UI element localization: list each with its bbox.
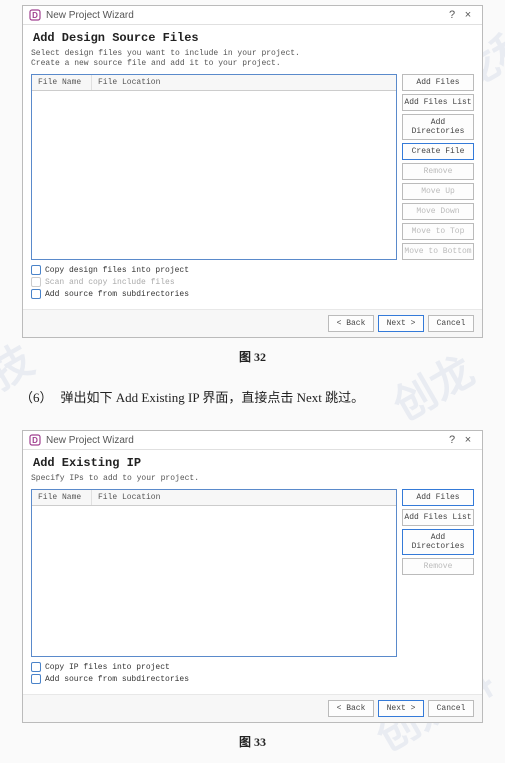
copy-ip-checkbox[interactable]: Copy IP files into project	[31, 662, 474, 672]
next-button[interactable]: Next >	[378, 700, 424, 717]
col-file-name: File Name	[32, 75, 92, 90]
table-body	[32, 506, 396, 656]
add-files-list-button[interactable]: Add Files List	[402, 94, 474, 111]
step-text: 弹出如下 Add Existing IP 界面，直接点击 Next 跳过。	[61, 390, 365, 405]
add-subdirs-checkbox[interactable]: Add source from subdirectories	[31, 289, 474, 299]
add-directories-button[interactable]: Add Directories	[402, 529, 474, 555]
subtext: Specify IPs to add to your project.	[31, 474, 474, 484]
col-file-name: File Name	[32, 490, 92, 505]
col-file-location: File Location	[92, 75, 396, 90]
checkbox-icon	[31, 277, 41, 287]
move-bottom-button: Move to Bottom	[402, 243, 474, 260]
footer-bar: < Back Next > Cancel	[23, 309, 482, 337]
remove-button: Remove	[402, 558, 474, 575]
app-icon: D	[29, 434, 41, 446]
wizard-dialog-design-sources: D New Project Wizard ? × Add Design Sour…	[22, 5, 483, 338]
subtext: Select design files you want to include …	[31, 49, 474, 69]
checkbox-icon	[31, 662, 41, 672]
titlebar: D New Project Wizard ? ×	[23, 431, 482, 450]
table-header: File Name File Location	[32, 490, 396, 506]
add-files-button[interactable]: Add Files	[402, 74, 474, 91]
step-number: （6）	[20, 390, 53, 405]
close-button[interactable]: ×	[460, 434, 476, 446]
window-title: New Project Wizard	[46, 10, 444, 21]
back-button[interactable]: < Back	[328, 700, 374, 717]
move-top-button: Move to Top	[402, 223, 474, 240]
scan-include-checkbox: Scan and copy include files	[31, 277, 474, 287]
back-button[interactable]: < Back	[328, 315, 374, 332]
figure-caption-32: 图 32	[0, 348, 505, 365]
page-heading: Add Design Source Files	[23, 25, 482, 47]
checkbox-icon	[31, 265, 41, 275]
help-button[interactable]: ?	[444, 9, 460, 21]
close-button[interactable]: ×	[460, 9, 476, 21]
svg-text:D: D	[32, 436, 38, 445]
add-files-button[interactable]: Add Files	[402, 489, 474, 506]
file-table[interactable]: File Name File Location	[31, 489, 397, 657]
page-heading: Add Existing IP	[23, 450, 482, 472]
file-table[interactable]: File Name File Location	[31, 74, 397, 260]
checkbox-icon	[31, 289, 41, 299]
side-buttons: Add Files Add Files List Add Directories…	[402, 489, 474, 657]
wizard-dialog-existing-ip: D New Project Wizard ? × Add Existing IP…	[22, 430, 483, 723]
cancel-button[interactable]: Cancel	[428, 700, 474, 717]
add-subdirs-checkbox[interactable]: Add source from subdirectories	[31, 674, 474, 684]
svg-text:D: D	[32, 11, 38, 20]
copy-files-checkbox[interactable]: Copy design files into project	[31, 265, 474, 275]
cancel-button[interactable]: Cancel	[428, 315, 474, 332]
move-down-button: Move Down	[402, 203, 474, 220]
table-header: File Name File Location	[32, 75, 396, 91]
app-icon: D	[29, 9, 41, 21]
remove-button: Remove	[402, 163, 474, 180]
add-files-list-button[interactable]: Add Files List	[402, 509, 474, 526]
window-title: New Project Wizard	[46, 435, 444, 446]
col-file-location: File Location	[92, 490, 396, 505]
figure-caption-33: 图 33	[0, 733, 505, 750]
side-buttons: Add Files Add Files List Add Directories…	[402, 74, 474, 260]
create-file-button[interactable]: Create File	[402, 143, 474, 160]
table-body	[32, 91, 396, 246]
next-button[interactable]: Next >	[378, 315, 424, 332]
add-directories-button[interactable]: Add Directories	[402, 114, 474, 140]
footer-bar: < Back Next > Cancel	[23, 694, 482, 722]
titlebar: D New Project Wizard ? ×	[23, 6, 482, 25]
step-paragraph: （6） 弹出如下 Add Existing IP 界面，直接点击 Next 跳过。	[20, 387, 485, 406]
checkbox-icon	[31, 674, 41, 684]
help-button[interactable]: ?	[444, 434, 460, 446]
move-up-button: Move Up	[402, 183, 474, 200]
